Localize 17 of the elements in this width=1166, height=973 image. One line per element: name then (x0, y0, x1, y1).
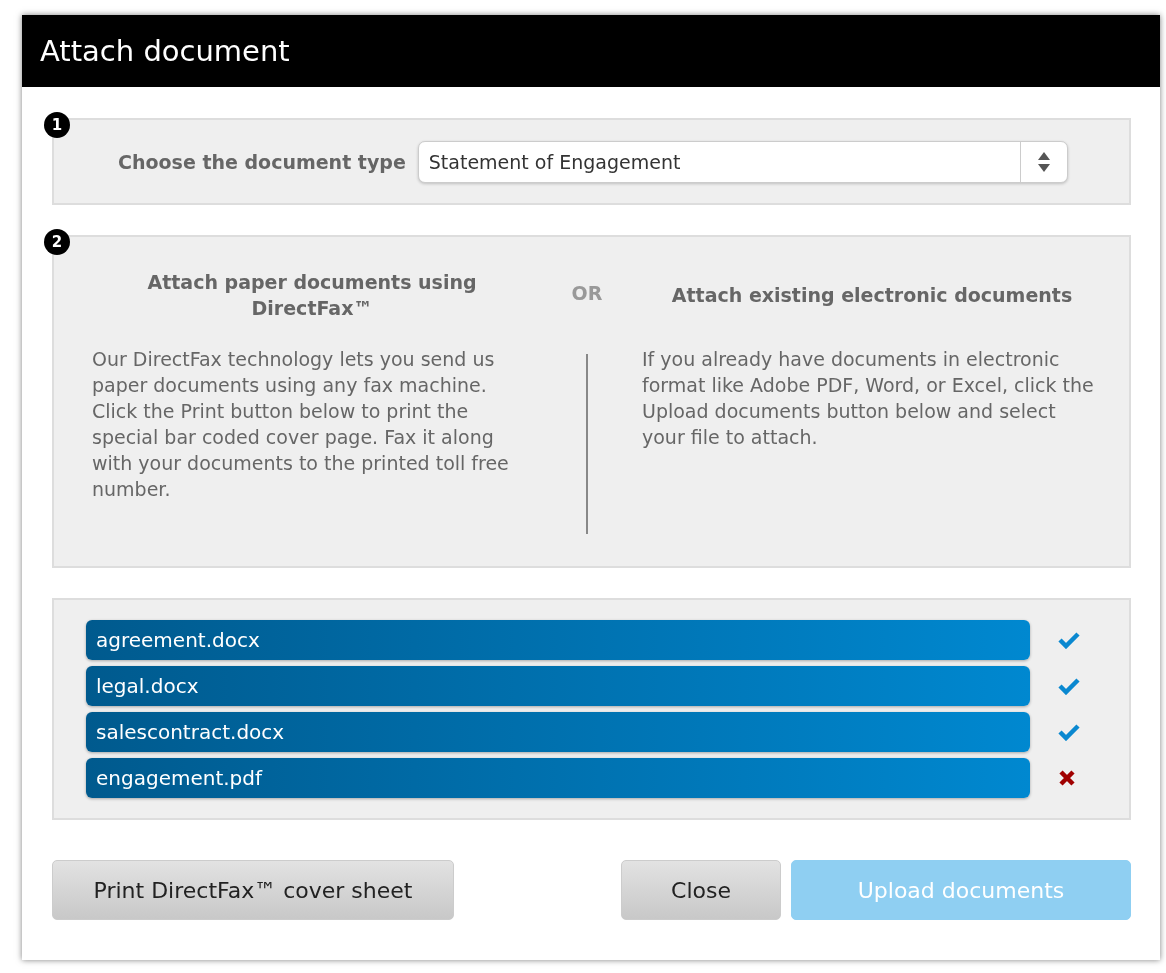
document-type-label: Choose the document type (118, 150, 406, 173)
directfax-description: Our DirectFax technology lets you send us paper documents using any fax machine. Click the Print button below to print the special bar coded cover page. Fax it along with your documents to the printed toll free number. (92, 347, 510, 502)
file-name-bar: legal.docx (86, 666, 1030, 706)
file-name-bar: salescontract.docx (86, 712, 1030, 752)
file-name-bar: agreement.docx (86, 620, 1030, 660)
step-number-badge: 2 (44, 229, 70, 255)
paper-documents-heading: Attach paper documents using DirectFax™ (146, 270, 478, 321)
electronic-documents-heading: Attach existing electronic documents (670, 283, 1074, 308)
or-label: OR (571, 282, 603, 304)
step-number-badge: 1 (44, 112, 70, 138)
print-cover-sheet-button[interactable]: Print DirectFax™ cover sheet (52, 860, 454, 920)
upload-description: If you already have documents in electronic format like Adobe PDF, Word, or Excel, click the Upload documents button below and select your file to attach. (642, 347, 1095, 450)
document-type-select[interactable]: Statement of Engagement (417, 140, 1068, 183)
file-name-bar: engagement.pdf (86, 758, 1030, 798)
window-title: Attach document (40, 34, 290, 68)
close-button[interactable]: Close (621, 860, 781, 920)
sort-arrows-icon (1036, 150, 1051, 173)
